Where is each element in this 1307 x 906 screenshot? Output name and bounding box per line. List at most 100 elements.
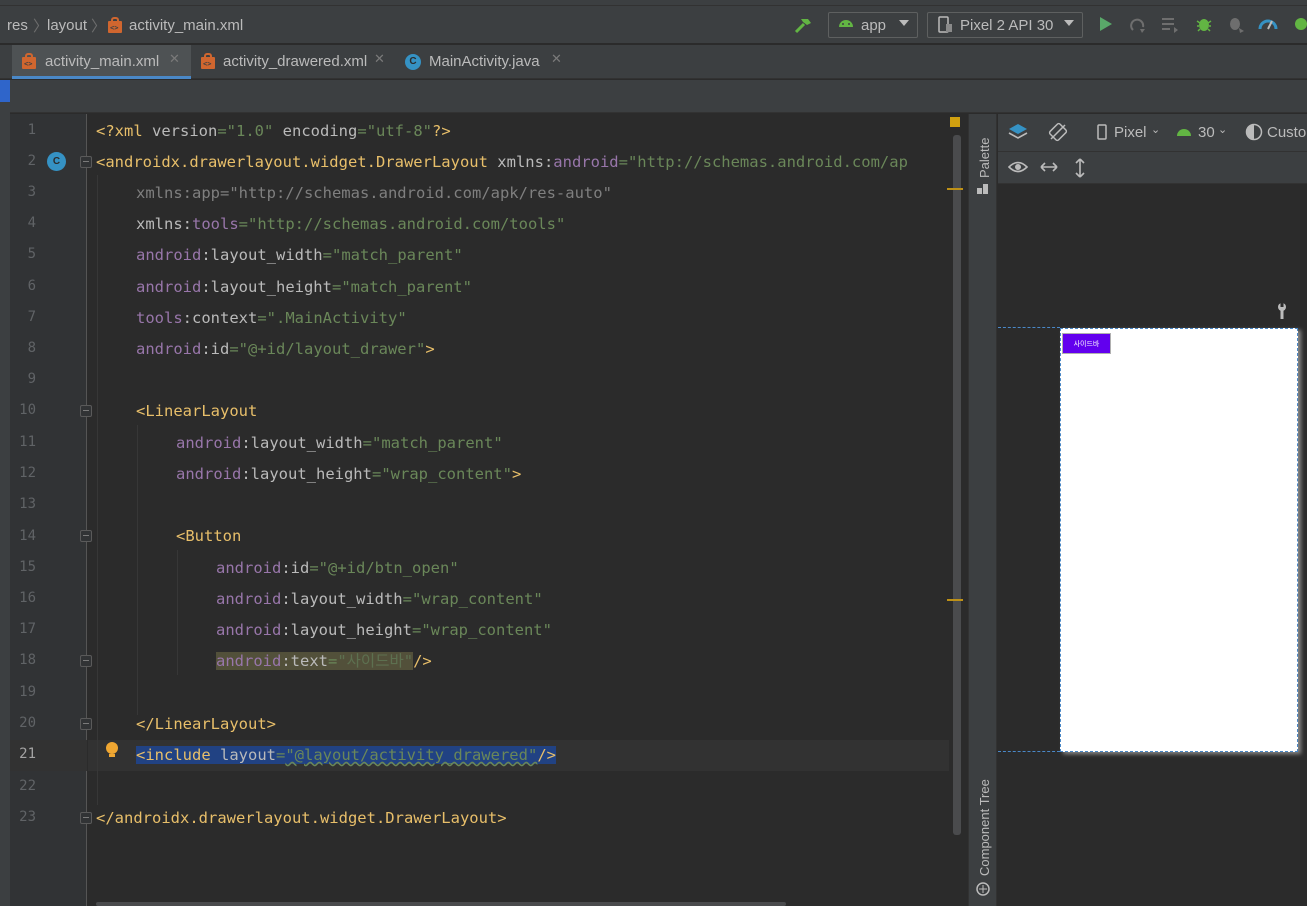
palette-icon[interactable]	[976, 182, 990, 200]
code-token: :layout_width	[281, 590, 403, 608]
fold-marker[interactable]	[80, 812, 92, 824]
orientation-icon[interactable]	[1048, 122, 1068, 146]
code-token: "wrap_content"	[381, 465, 512, 483]
breadcrumb-separator: 〉	[91, 17, 107, 35]
tab-label: activity_drawered.xml	[223, 53, 368, 70]
code-token: :layout_height	[241, 465, 372, 483]
vertical-resize-icon[interactable]	[1074, 158, 1086, 182]
tab-activity-drawered[interactable]: <> activity_drawered.xml ✕	[191, 45, 396, 79]
component-tree-tab[interactable]: Component Tree	[977, 779, 992, 876]
warning-indicator-icon[interactable]	[950, 117, 960, 127]
design-api-select[interactable]: 30	[1198, 124, 1215, 141]
breadcrumb-layout[interactable]: layout	[47, 17, 87, 34]
apply-code-icon[interactable]	[1160, 15, 1180, 40]
code-token: android	[176, 465, 242, 483]
chevron-down-icon: ⌄	[1218, 124, 1228, 136]
line-number: 5	[27, 246, 36, 262]
line-number: 17	[19, 621, 36, 637]
debug-settings-icon[interactable]	[1291, 14, 1307, 39]
eye-icon[interactable]	[1007, 160, 1030, 180]
fold-marker[interactable]	[80, 530, 92, 542]
design-subtoolbar	[998, 152, 1307, 184]
warning-marker[interactable]	[947, 188, 963, 190]
fold-marker[interactable]	[80, 156, 92, 168]
editor-tabs: <> activity_main.xml ✕ <> activity_drawe…	[0, 45, 1307, 79]
tab-activity-main[interactable]: <> activity_main.xml ✕	[12, 45, 191, 79]
code-line-5: android:layout_width="match_parent"	[136, 245, 463, 265]
tab-main-activity-java[interactable]: C MainActivity.java ✕	[396, 45, 571, 79]
code-token: =	[357, 122, 367, 140]
code-token: android	[216, 652, 282, 670]
layers-icon[interactable]	[1008, 122, 1028, 146]
chevron-down-icon	[899, 20, 909, 26]
xml-layout-icon: <>	[106, 16, 124, 34]
design-device-select[interactable]: Pixel	[1114, 124, 1147, 141]
line-number: 11	[19, 434, 36, 450]
design-theme-select[interactable]: Custo	[1267, 124, 1306, 141]
profiler-icon[interactable]	[1258, 14, 1278, 39]
code-token: android	[176, 434, 242, 452]
code-token: xmlns:app="http://schemas.android.com/ap…	[136, 184, 612, 202]
code-token: <?xml	[96, 122, 152, 140]
code-token: :text	[281, 652, 328, 670]
editor-scrollbar[interactable]	[953, 135, 961, 835]
code-token: :layout_height	[281, 621, 412, 639]
wrench-icon[interactable]	[1275, 302, 1289, 324]
close-icon[interactable]: ✕	[169, 52, 180, 67]
code-token: =	[362, 434, 372, 452]
warning-marker[interactable]	[947, 599, 963, 601]
code-token: <Button	[176, 527, 242, 545]
class-c-icon[interactable]: C	[47, 152, 66, 171]
debug-icon[interactable]	[1194, 14, 1214, 39]
fold-marker[interactable]	[80, 405, 92, 417]
code-token: "http://schemas.android.com/ap	[627, 153, 908, 171]
apply-changes-icon[interactable]	[1128, 15, 1148, 40]
breadcrumb-file[interactable]: activity_main.xml	[129, 17, 243, 34]
horizontal-resize-icon[interactable]	[1040, 160, 1058, 178]
build-hammer-icon[interactable]	[793, 15, 813, 40]
code-token: android	[136, 278, 202, 296]
code-token: =	[217, 122, 227, 140]
code-line-1: <?xml version="1.0" encoding="utf-8"?>	[96, 121, 451, 141]
xml-layout-icon: <>	[199, 52, 217, 70]
code-token: =	[322, 246, 332, 264]
code-line-8: android:id="@+id/layout_drawer">	[136, 339, 435, 359]
code-token: =	[309, 559, 319, 577]
indent-guide	[137, 425, 138, 715]
close-icon[interactable]: ✕	[551, 52, 562, 67]
close-icon[interactable]: ✕	[374, 52, 385, 67]
attach-debugger-icon[interactable]	[1226, 14, 1246, 39]
theme-icon	[1245, 123, 1263, 145]
code-token: :id	[281, 559, 310, 577]
horizontal-scrollbar[interactable]	[96, 902, 786, 906]
fold-marker[interactable]	[80, 718, 92, 730]
code-token: "wrap_content"	[412, 590, 543, 608]
code-token: :layout_width	[241, 434, 363, 452]
breadcrumb-res[interactable]: res	[7, 17, 28, 34]
code-token: android	[216, 590, 282, 608]
code-token: "match_parent"	[341, 278, 472, 296]
code-line-15: android:id="@+id/btn_open"	[216, 558, 459, 578]
code-line-6: android:layout_height="match_parent"	[136, 277, 472, 297]
code-token: ".MainActivity"	[266, 309, 407, 327]
line-number: 9	[27, 371, 36, 387]
device-select[interactable]: Pixel 2 API 30	[927, 12, 1083, 38]
component-tree-icon[interactable]	[976, 882, 990, 900]
code-token: =	[618, 153, 628, 171]
android-icon	[1176, 125, 1192, 141]
device-label: Pixel 2 API 30	[960, 17, 1054, 34]
run-icon[interactable]	[1098, 15, 1114, 38]
preview-sidebar-button[interactable]: 사이드바	[1062, 333, 1111, 354]
indent-guide	[97, 175, 98, 805]
code-line-4: xmlns:tools="http://schemas.android.com/…	[136, 214, 565, 234]
code-token: =	[371, 465, 382, 483]
lightbulb-icon[interactable]	[104, 741, 120, 765]
code-token: >	[425, 340, 435, 358]
palette-tab[interactable]: Palette	[977, 138, 992, 178]
code-token: "사이드바"	[337, 652, 414, 670]
code-token: "@+id/layout_drawer"	[238, 340, 426, 358]
code-token: :id	[201, 340, 230, 358]
fold-marker[interactable]	[80, 655, 92, 667]
code-token: =	[229, 340, 239, 358]
run-config-select[interactable]: app	[828, 12, 918, 38]
